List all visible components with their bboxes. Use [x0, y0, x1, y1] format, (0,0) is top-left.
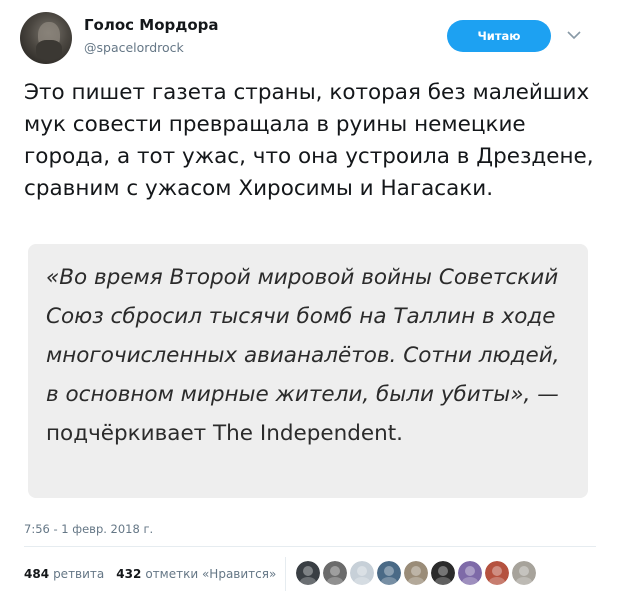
- tweet-text: Это пишет газета страны, которая без мал…: [24, 80, 594, 201]
- likes-label: отметки «Нравится»: [145, 567, 277, 581]
- tweet-timestamp[interactable]: 7:56 - 1 февр. 2018 г.: [24, 522, 153, 536]
- liker-avatar[interactable]: [377, 561, 401, 585]
- likes-stat[interactable]: 432 отметки «Нравится»: [116, 567, 276, 581]
- liker-avatar[interactable]: [485, 561, 509, 585]
- liker-avatar[interactable]: [458, 561, 482, 585]
- stats-separator: [285, 557, 286, 591]
- likes-count: 432: [116, 567, 142, 581]
- author-handle[interactable]: @spacelordrock: [84, 40, 184, 55]
- divider: [24, 546, 596, 547]
- liker-avatar[interactable]: [350, 561, 374, 585]
- author-display-name[interactable]: Голос Мордора: [84, 16, 219, 34]
- liker-avatar[interactable]: [431, 561, 455, 585]
- retweets-label: ретвита: [53, 567, 105, 581]
- retweets-stat[interactable]: 484 ретвита: [24, 567, 104, 581]
- quote-text: «Во время Второй мировой войны Советский…: [46, 258, 566, 453]
- avatar-beard: [36, 40, 62, 60]
- chevron-down-icon[interactable]: [566, 28, 582, 42]
- author-avatar[interactable]: [20, 12, 72, 64]
- follow-button[interactable]: Читаю: [447, 20, 551, 52]
- liker-avatar[interactable]: [404, 561, 428, 585]
- quote-attribution: подчёркивает The Independent.: [46, 421, 403, 446]
- liker-avatar[interactable]: [323, 561, 347, 585]
- liker-avatar[interactable]: [296, 561, 320, 585]
- tweet-stats: 484 ретвита 432 отметки «Нравится»: [24, 566, 288, 582]
- quote-italic-text: «Во время Второй мировой войны Советский…: [46, 265, 560, 407]
- likers-avatars: [296, 561, 536, 585]
- liker-avatar[interactable]: [512, 561, 536, 585]
- retweets-count: 484: [24, 567, 50, 581]
